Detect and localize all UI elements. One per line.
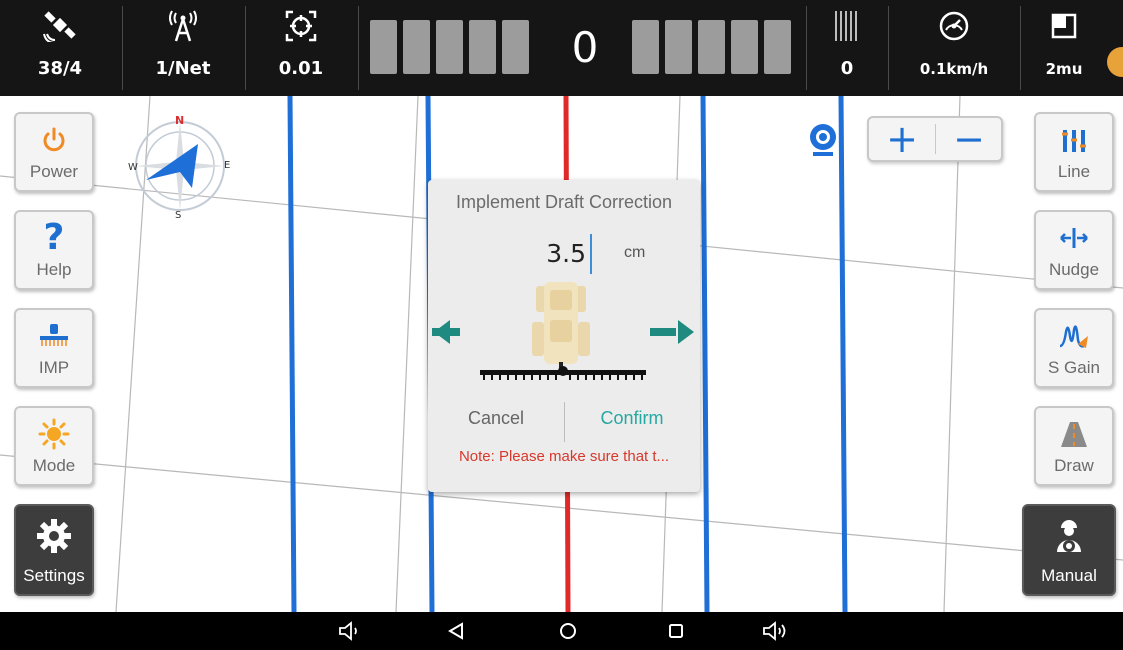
status-bar: 38/4 1/Net 0.01 0 0 0.1km/h 2mu xyxy=(0,0,1123,96)
back-icon xyxy=(448,622,463,640)
gain-icon xyxy=(1036,316,1112,356)
area-icon xyxy=(1021,8,1107,44)
road-icon xyxy=(1036,414,1112,454)
compass[interactable]: N E S W xyxy=(120,114,240,224)
gear-icon xyxy=(16,516,92,556)
zoom-control: + − xyxy=(867,116,1003,162)
home-button[interactable] xyxy=(548,612,588,650)
tractor-icon xyxy=(532,282,590,370)
help-icon: ? xyxy=(43,217,65,258)
rows-icon xyxy=(807,8,887,44)
recents-button[interactable] xyxy=(656,612,696,650)
confirm-button[interactable]: Confirm xyxy=(564,396,700,440)
shift-right-arrow-icon xyxy=(650,320,694,344)
help-label: Help xyxy=(36,260,72,279)
mode-label: Mode xyxy=(32,456,76,475)
draft-correction-dialog: Implement Draft Correction 3.5 cm Cancel… xyxy=(428,180,700,492)
dialog-title: Implement Draft Correction xyxy=(455,192,673,212)
lightbar: 0 xyxy=(370,20,800,76)
accuracy-status[interactable]: 0.01 xyxy=(246,0,356,96)
mode-button[interactable]: Mode xyxy=(14,406,94,486)
draw-button[interactable]: Draw xyxy=(1034,406,1114,486)
nudge-icon xyxy=(1036,218,1112,258)
tractor-illustration xyxy=(428,276,700,396)
row-count: 0 xyxy=(840,58,854,79)
lightbar-left-segment xyxy=(370,20,397,74)
s-gain-label: S Gain xyxy=(1048,358,1100,377)
satellite-status[interactable]: 38/4 xyxy=(0,0,120,96)
recents-icon xyxy=(669,624,683,638)
shift-left-arrow-icon xyxy=(432,320,460,344)
dialog-actions: Cancel Confirm xyxy=(428,396,700,442)
lightbar-left-segment xyxy=(469,20,496,74)
implement-bar-icon xyxy=(480,366,646,380)
nudge-label: Nudge xyxy=(1048,260,1100,279)
satellite-icon xyxy=(0,8,120,44)
line-button[interactable]: Line xyxy=(1034,112,1114,192)
lightbar-offset: 0 xyxy=(571,23,599,72)
lightbar-left-segment xyxy=(502,20,529,74)
correction-unit: cm xyxy=(624,244,646,261)
target-icon xyxy=(246,8,356,44)
rtk-mode: 1/Net xyxy=(155,58,211,79)
line-icon xyxy=(1036,120,1112,160)
back-button[interactable] xyxy=(436,612,476,650)
compass-north: N xyxy=(175,114,185,127)
lightbar-left-segment xyxy=(403,20,430,74)
home-icon xyxy=(560,623,576,639)
lightbar-right-segment xyxy=(731,20,758,74)
camera-icon xyxy=(810,124,836,156)
rtk-status[interactable]: 1/Net xyxy=(123,0,243,96)
line-label: Line xyxy=(1057,162,1091,181)
power-icon xyxy=(16,120,92,160)
satellite-count: 38/4 xyxy=(37,58,83,79)
s-gain-button[interactable]: S Gain xyxy=(1034,308,1114,388)
cancel-button[interactable]: Cancel xyxy=(428,396,564,440)
help-button[interactable]: ? Help xyxy=(14,210,94,290)
volume-up-icon xyxy=(763,621,786,641)
menu-handle[interactable] xyxy=(1107,47,1123,77)
lightbar-right-segment xyxy=(764,20,791,74)
lightbar-left-segment xyxy=(436,20,463,74)
lightbar-right-segment xyxy=(665,20,692,74)
driver-icon xyxy=(1024,516,1114,556)
imp-label: IMP xyxy=(38,358,70,377)
manual-button[interactable]: Manual xyxy=(1022,504,1116,596)
correction-value-input[interactable]: 3.5 xyxy=(518,234,592,274)
lightbar-right-segment xyxy=(698,20,725,74)
area-status[interactable]: 2mu xyxy=(1021,0,1107,96)
settings-label: Settings xyxy=(23,566,85,585)
system-nav-bar xyxy=(0,612,1123,650)
manual-label: Manual xyxy=(1041,566,1097,585)
speed-value: 0.1km/h xyxy=(919,60,989,78)
settings-button[interactable]: Settings xyxy=(14,504,94,596)
compass-south: S xyxy=(175,210,182,221)
camera-button[interactable] xyxy=(806,122,840,158)
sun-icon xyxy=(16,414,92,454)
speedometer-icon xyxy=(889,8,1019,44)
area-value: 2mu xyxy=(1045,60,1083,78)
implement-icon xyxy=(16,316,92,356)
imp-button[interactable]: IMP xyxy=(14,308,94,388)
draw-label: Draw xyxy=(1054,456,1094,475)
volume-down-button[interactable] xyxy=(330,612,370,650)
compass-east: E xyxy=(224,160,231,171)
accuracy-value: 0.01 xyxy=(278,58,324,79)
compass-west: W xyxy=(128,162,138,173)
lightbar-right-segment xyxy=(632,20,659,74)
zoom-in-button[interactable]: + xyxy=(869,118,935,160)
power-button[interactable]: Power xyxy=(14,112,94,192)
zoom-out-button[interactable]: − xyxy=(936,118,1002,160)
power-label: Power xyxy=(29,162,79,181)
row-status[interactable]: 0 xyxy=(807,0,887,96)
nudge-button[interactable]: Nudge xyxy=(1034,210,1114,290)
antenna-signal-icon xyxy=(123,8,243,44)
dialog-note: Note: Please make sure that t... xyxy=(458,448,670,465)
volume-down-icon xyxy=(339,621,357,641)
volume-up-button[interactable] xyxy=(756,612,796,650)
speed-status[interactable]: 0.1km/h xyxy=(889,0,1019,96)
